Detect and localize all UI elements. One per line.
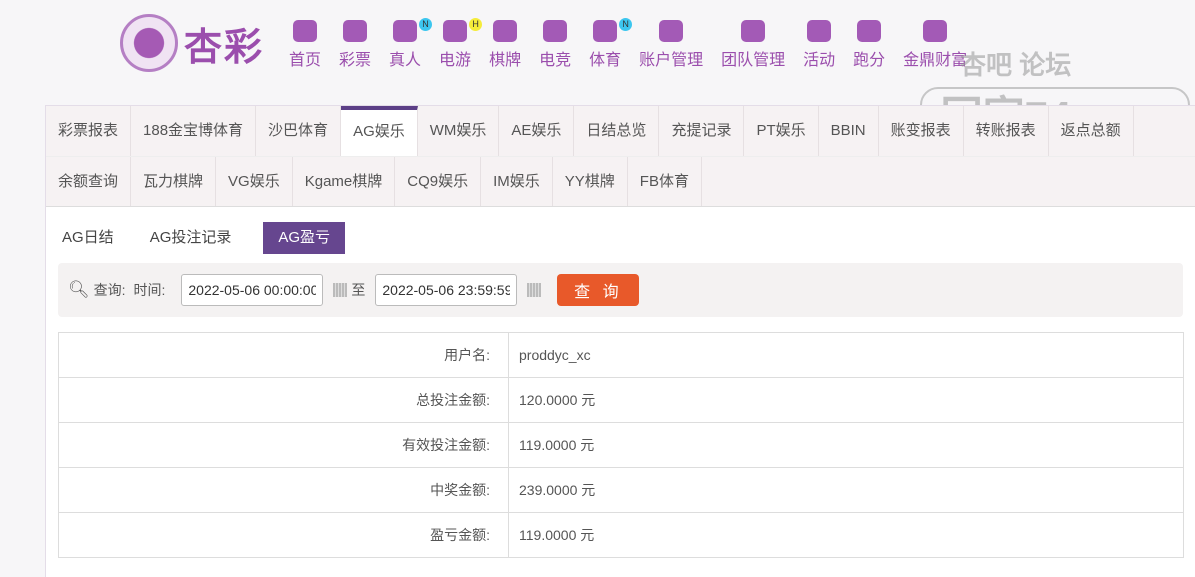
row-value: 120.0000 元 xyxy=(508,377,1184,423)
sub-tabs: AG日结 AG投注记录 AG盈亏 xyxy=(58,222,1195,254)
cauldron-icon xyxy=(923,20,948,42)
query-button[interactable]: 查 询 xyxy=(557,274,640,306)
row-value: 239.0000 元 xyxy=(508,467,1184,513)
nav-item[interactable]: 棋牌 xyxy=(480,20,530,70)
nav-label: 金鼎财富 xyxy=(903,52,968,69)
report-tabs: 彩票报表 188金宝博体育 沙巴体育 AG娱乐 WM娱乐 AE娱乐 日结总览 充提记录 PT娱乐… xyxy=(46,106,1195,207)
nav-label: 活动 xyxy=(803,52,836,69)
table-row: 中奖金额: 239.0000 元 xyxy=(58,467,1184,513)
tab-row2-4[interactable]: CQ9娱乐 xyxy=(395,157,482,206)
query-label: 查询: xyxy=(93,282,126,298)
query-bar: 🔍︎ 查询: 时间: 至 查 询 xyxy=(58,263,1183,317)
table-row: 总投注金额: 120.0000 元 xyxy=(58,377,1184,423)
nav-item[interactable]: N 体育 xyxy=(580,18,633,70)
nav-label: 电游 xyxy=(439,52,472,69)
nav-item[interactable]: 活动 xyxy=(794,20,844,70)
nav-item[interactable]: 跑分 xyxy=(844,20,894,70)
trophy-icon xyxy=(593,20,618,42)
search-icon: 🔍︎ xyxy=(68,280,90,299)
yen-icon xyxy=(659,20,684,42)
tab-12[interactable]: 返点总额 xyxy=(1049,106,1134,156)
cards-icon xyxy=(493,20,518,42)
tab-row2-0[interactable]: 余额查询 xyxy=(46,157,132,206)
nav-item[interactable]: H 电游 xyxy=(430,18,483,70)
nav-label: 彩票 xyxy=(339,52,372,69)
row-label: 中奖金额: xyxy=(58,467,509,513)
dealer-icon xyxy=(393,20,418,42)
subtab-2[interactable]: AG盈亏 xyxy=(263,222,346,254)
nav-item[interactable]: 金鼎财富 xyxy=(894,20,976,70)
nav-item[interactable]: N 真人 xyxy=(380,18,433,70)
tab-7[interactable]: 充提记录 xyxy=(659,106,745,156)
row-label: 用户名: xyxy=(58,332,509,378)
summary-table: 用户名: proddyc_xc 总投注金额: 120.0000 元有效投注金额: 119… xyxy=(58,332,1184,558)
ticket-icon xyxy=(343,20,368,42)
tab-2[interactable]: 沙巴体育 xyxy=(256,106,342,156)
nav-item[interactable]: 彩票 xyxy=(330,20,380,70)
tab-11[interactable]: 转账报表 xyxy=(964,106,1049,156)
row-value: 119.0000 元 xyxy=(508,422,1184,468)
logo-text: 杏彩 xyxy=(184,26,265,69)
tab-10[interactable]: 账变报表 xyxy=(879,106,964,156)
calendar-icon[interactable] xyxy=(527,283,542,297)
table-row: 用户名: proddyc_xc xyxy=(58,332,1184,378)
nav-item[interactable]: 账户管理 xyxy=(630,20,712,70)
subtab-1[interactable]: AG投注记录 xyxy=(146,222,236,254)
tab-row2-6[interactable]: YY棋牌 xyxy=(553,157,628,206)
header: 杏彩 首页 彩票 N 真人 H 电游 棋牌 电竞 N 体育 账户管理 团队管理 活动 跑分 金鼎财富 xyxy=(0,0,1195,100)
row-label: 总投注金额: xyxy=(58,377,509,423)
nav-label: 电竞 xyxy=(539,52,572,69)
end-time-input[interactable] xyxy=(375,274,518,306)
row-label: 盈亏金额: xyxy=(58,512,509,558)
row-label: 有效投注金额: xyxy=(58,422,509,468)
to-label: 至 xyxy=(351,282,366,298)
nav-label: 跑分 xyxy=(853,52,886,69)
gift-icon xyxy=(807,20,832,42)
tab-4[interactable]: WM娱乐 xyxy=(418,106,500,156)
tab-3[interactable]: AG娱乐 xyxy=(341,106,418,156)
logo-icon xyxy=(120,14,178,72)
nav-item[interactable]: 团队管理 xyxy=(712,20,794,70)
tab-6[interactable]: 日结总览 xyxy=(574,106,660,156)
nav-label: 团队管理 xyxy=(721,52,786,69)
nav-label: 棋牌 xyxy=(489,52,522,69)
calendar-icon[interactable] xyxy=(333,283,348,297)
time-label: 时间: xyxy=(133,282,166,298)
tab-9[interactable]: BBIN xyxy=(819,106,879,156)
table-row: 有效投注金额: 119.0000 元 xyxy=(58,422,1184,468)
tab-row2-2[interactable]: VG娱乐 xyxy=(216,157,293,206)
team-icon xyxy=(741,20,766,42)
rhino-icon xyxy=(857,20,882,42)
table-row: 盈亏金额: 119.0000 元 xyxy=(58,512,1184,558)
nav-label: 体育 xyxy=(589,52,622,69)
tab-1[interactable]: 188金宝博体育 xyxy=(131,106,257,156)
tab-8[interactable]: PT娱乐 xyxy=(744,106,819,156)
home-icon xyxy=(293,20,317,42)
nav-label: 真人 xyxy=(389,52,422,69)
nav-label: 首页 xyxy=(289,52,322,69)
gamepad-icon xyxy=(443,20,468,42)
tab-5[interactable]: AE娱乐 xyxy=(499,106,575,156)
nav-item[interactable]: 电竞 xyxy=(530,20,580,70)
tab-row2-1[interactable]: 瓦力棋牌 xyxy=(131,157,217,206)
nav-label: 账户管理 xyxy=(639,52,704,69)
main-nav: 首页 彩票 N 真人 H 电游 棋牌 电竞 N 体育 账户管理 团队管理 活动 跑分 金鼎财富 xyxy=(280,18,976,70)
logo[interactable]: 杏彩 xyxy=(120,14,264,72)
report-panel: 彩票报表 188金宝博体育 沙巴体育 AG娱乐 WM娱乐 AE娱乐 日结总览 充提记录 PT娱乐… xyxy=(45,105,1195,577)
gamepad-icon xyxy=(543,20,568,42)
subtab-0[interactable]: AG日结 xyxy=(58,222,118,254)
start-time-input[interactable] xyxy=(181,274,324,306)
nav-item[interactable]: 首页 xyxy=(280,20,330,70)
tab-0[interactable]: 彩票报表 xyxy=(46,106,132,156)
row-value: proddyc_xc xyxy=(508,332,1184,378)
row-value: 119.0000 元 xyxy=(508,512,1184,558)
tab-row2-5[interactable]: IM娱乐 xyxy=(481,157,553,206)
tab-row2-3[interactable]: Kgame棋牌 xyxy=(293,157,396,206)
tab-row2-7[interactable]: FB体育 xyxy=(628,157,702,206)
